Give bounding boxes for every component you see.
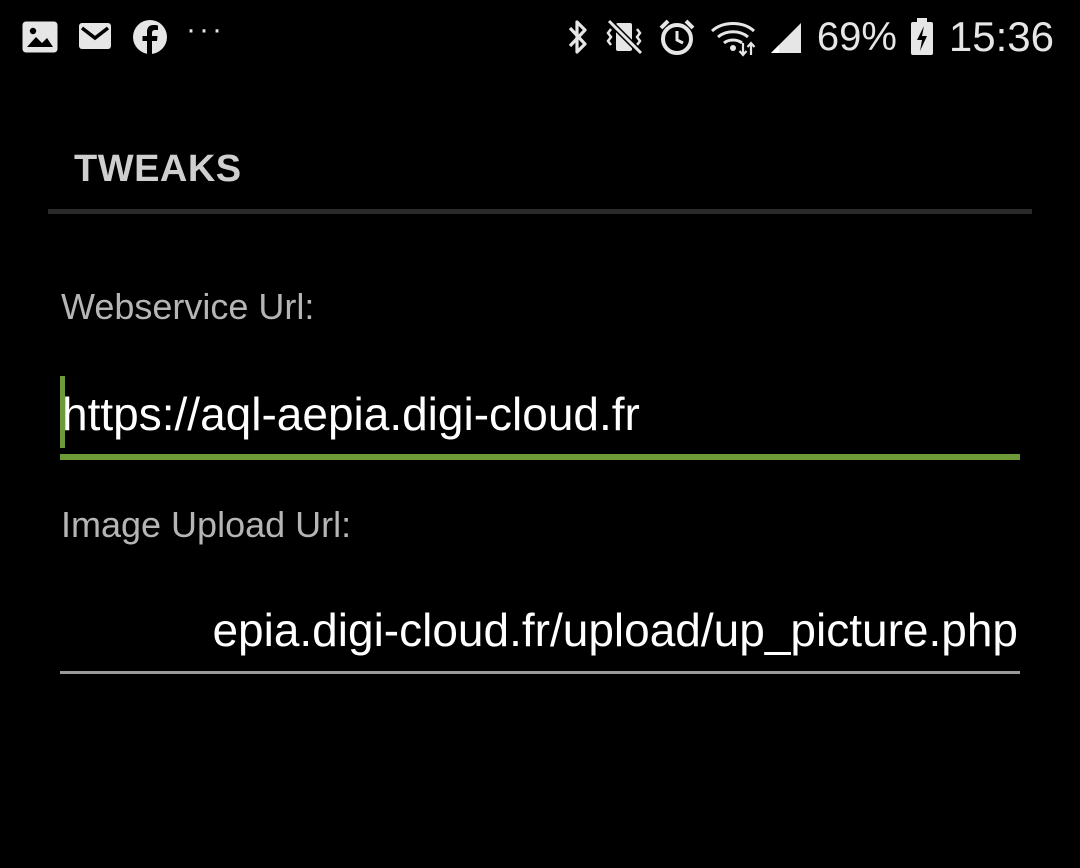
status-bar: ··· 69% 15:36 <box>0 0 1080 76</box>
system-icons: 69% 15:36 <box>553 13 1054 60</box>
webservice-url-underline <box>60 454 1020 460</box>
webservice-url-input[interactable]: https://aql-aepia.digi-cloud.fr <box>60 374 1020 462</box>
webservice-url-value: https://aql-aepia.digi-cloud.fr <box>62 388 640 440</box>
section-title-tweaks: TWEAKS <box>74 148 242 190</box>
alarm-icon <box>657 17 697 57</box>
section-divider <box>48 209 1032 214</box>
clock: 15:36 <box>948 13 1054 60</box>
battery-percent: 69% <box>816 14 897 59</box>
image-upload-url-input[interactable]: epia.digi-cloud.fr/upload/up_picture.php <box>60 590 1020 678</box>
bluetooth-icon <box>565 17 591 57</box>
webservice-url-label: Webservice Url: <box>61 286 315 327</box>
vibrate-mute-icon <box>603 17 645 57</box>
gallery-icon <box>22 21 58 53</box>
notification-icons: ··· <box>22 14 225 60</box>
facebook-icon <box>132 19 168 55</box>
battery-icon <box>909 17 935 57</box>
cell-signal-icon <box>769 19 803 55</box>
image-upload-url-value: epia.digi-cloud.fr/upload/up_picture.php <box>212 604 1018 656</box>
more-notifications-icon: ··· <box>186 13 225 46</box>
image-upload-url-underline <box>60 671 1020 674</box>
wifi-icon <box>709 17 757 57</box>
email-icon <box>76 20 114 54</box>
image-upload-url-label: Image Upload Url: <box>61 504 352 545</box>
